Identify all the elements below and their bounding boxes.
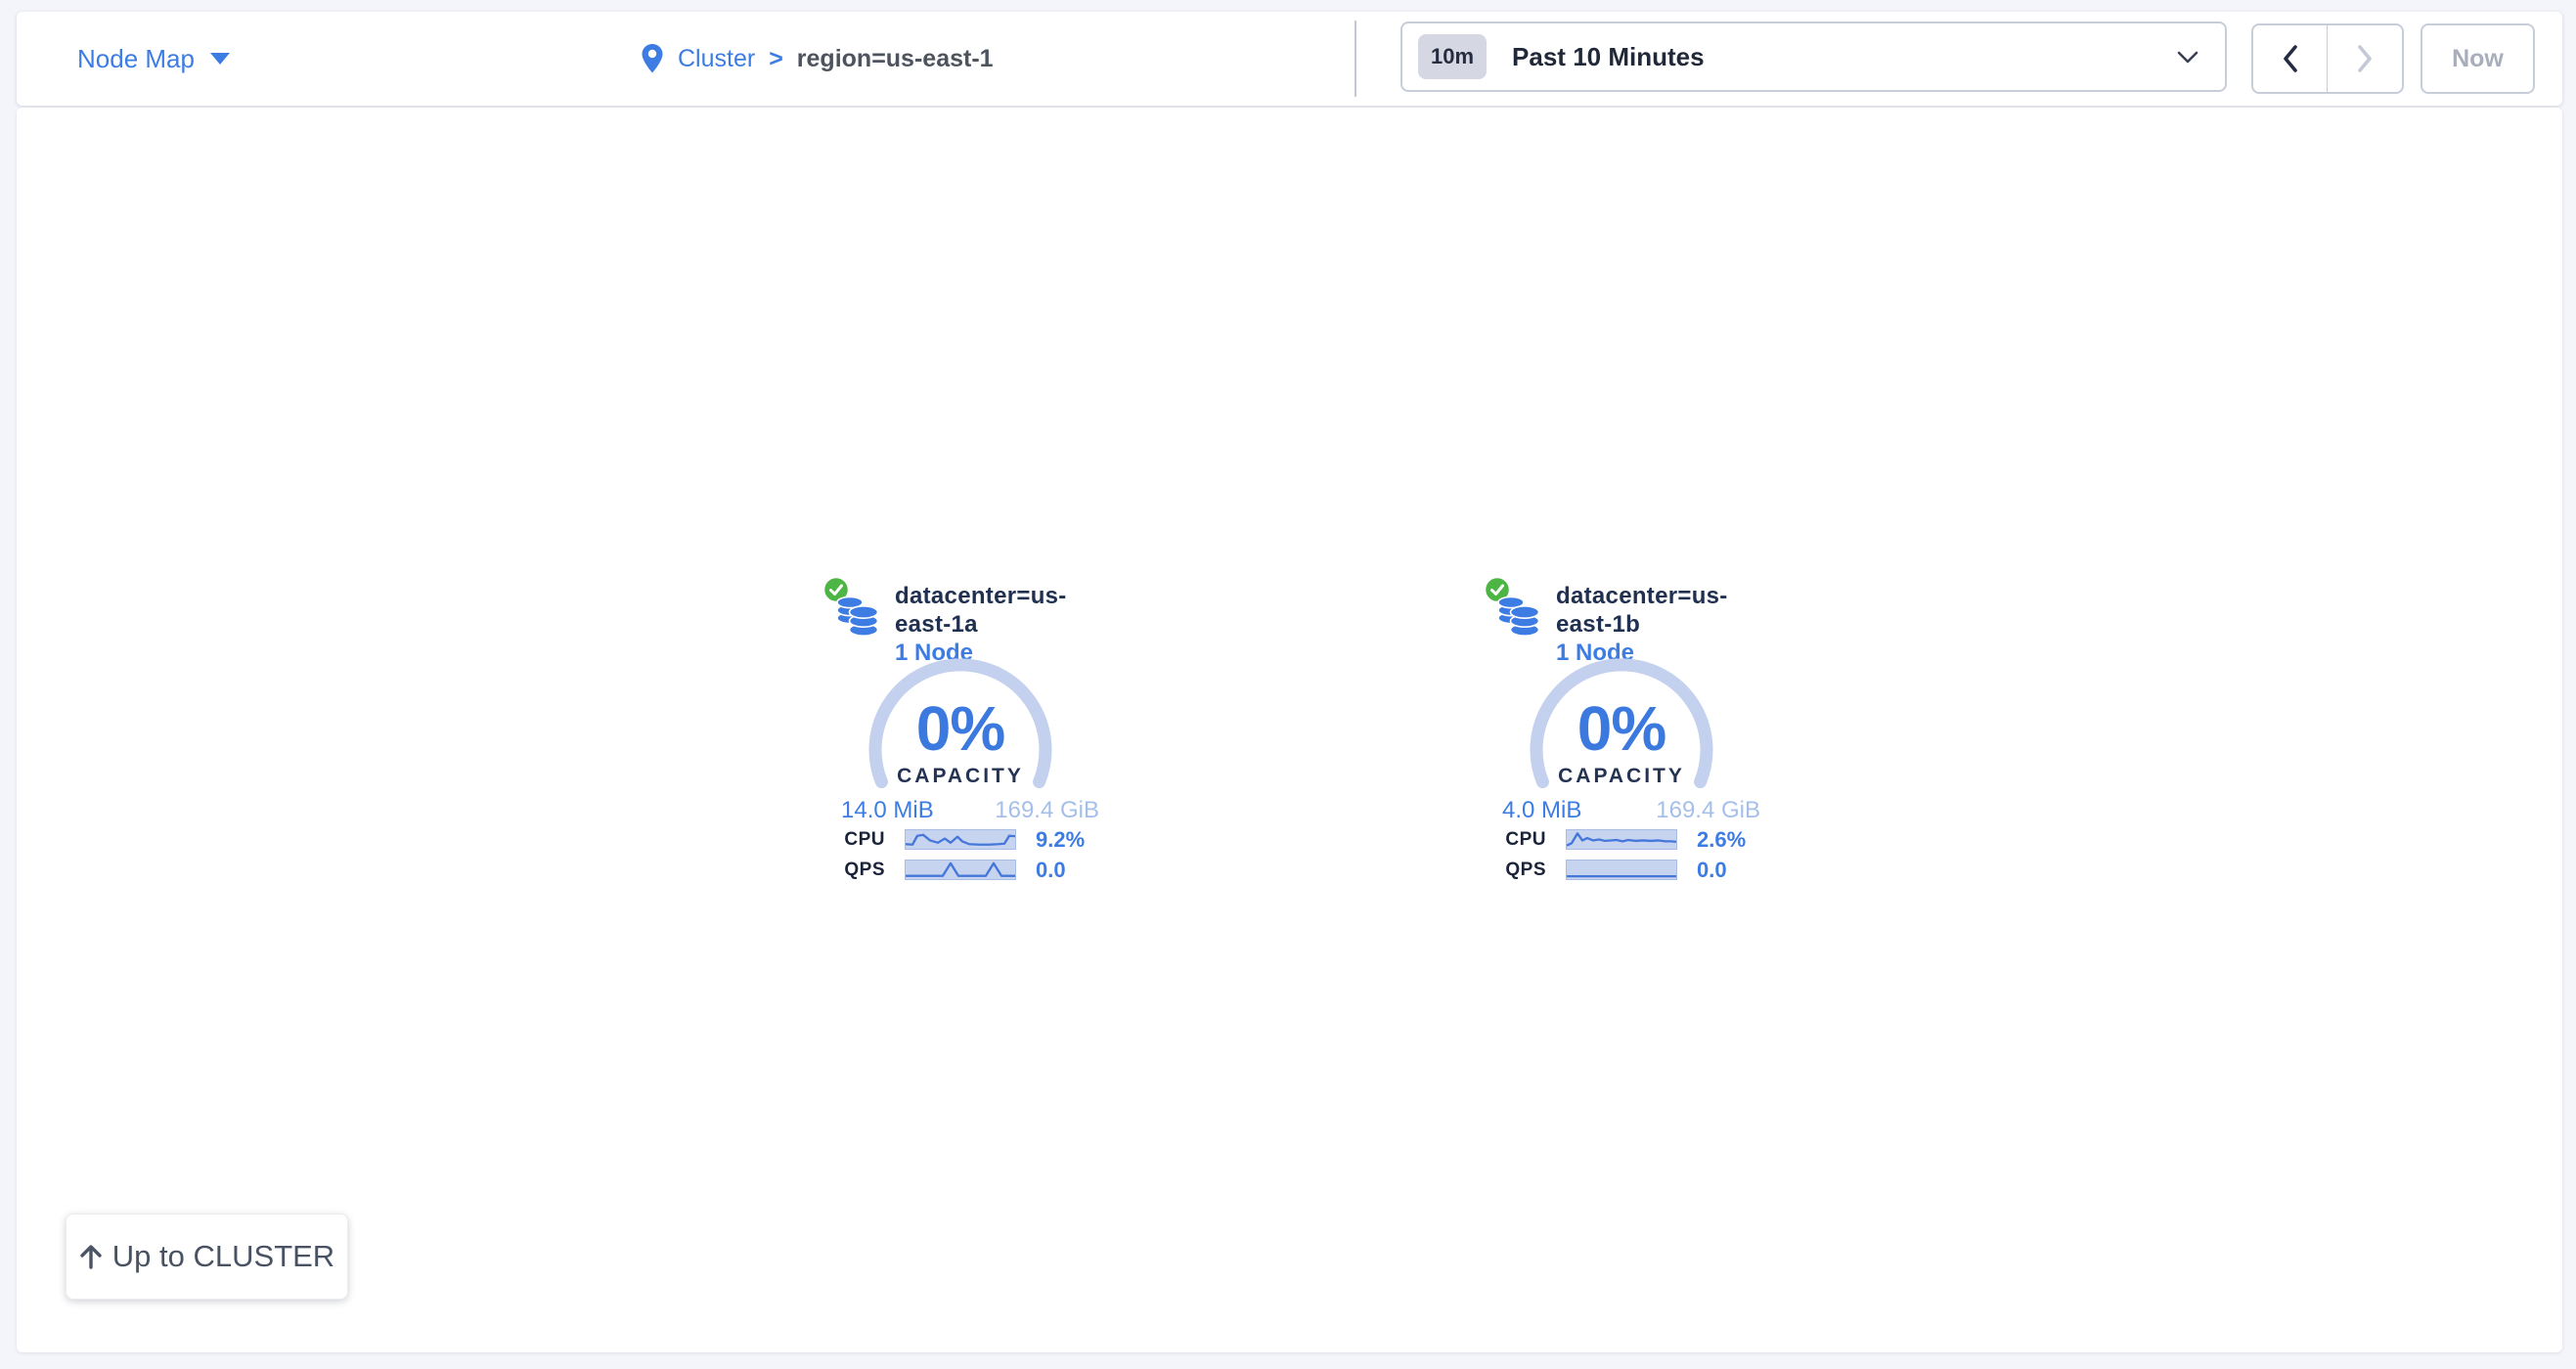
capacity-percent: 0%: [863, 692, 1058, 765]
location-pin-icon: [641, 43, 664, 74]
breadcrumb-cluster-link[interactable]: Cluster: [678, 45, 755, 73]
chevron-right-icon: [2356, 44, 2374, 73]
cpu-label: CPU: [1485, 829, 1546, 851]
capacity-values: 4.0 MiB 169.4 GiB: [1502, 797, 1760, 824]
time-range-dropdown[interactable]: 10m Past 10 Minutes: [1400, 22, 2227, 92]
node-map-canvas: datacenter=us-east-1a 1 Node 0% CAPACITY…: [17, 108, 2562, 1352]
breadcrumb-current-region: region=us-east-1: [797, 45, 994, 73]
datacenter-title: datacenter=us-east-1a: [895, 582, 1107, 639]
chevron-down-icon: [2176, 49, 2199, 66]
datacenter-header: datacenter=us-east-1b 1 Node: [1556, 582, 1768, 667]
cpu-sparkline: [905, 829, 1016, 850]
chevron-left-icon: [2282, 44, 2299, 73]
cpu-label: CPU: [823, 829, 885, 851]
qps-sparkline: [905, 860, 1016, 880]
cpu-value: 2.6%: [1697, 827, 1746, 853]
capacity-used: 4.0 MiB: [1502, 797, 1581, 824]
cpu-metric-row: CPU 2.6%: [1485, 829, 1768, 850]
qps-value: 0.0: [1697, 858, 1727, 883]
datacenter-card-us-east-1a[interactable]: datacenter=us-east-1a 1 Node 0% CAPACITY…: [823, 572, 1107, 909]
breadcrumb-separator: >: [769, 45, 783, 73]
metric-rows: CPU 2.6% QPS 0.0: [1485, 829, 1768, 890]
time-step-controls: [2251, 23, 2404, 94]
database-stack-icon: [835, 593, 880, 640]
view-selector-label: Node Map: [77, 44, 195, 74]
header-divider: [1355, 21, 1356, 97]
time-range-badge: 10m: [1418, 34, 1487, 79]
capacity-percent: 0%: [1524, 692, 1719, 765]
cpu-sparkline: [1566, 829, 1677, 850]
metric-rows: CPU 9.2% QPS 0.0: [823, 829, 1107, 890]
up-to-cluster-label: Up to CLUSTER: [112, 1239, 334, 1274]
capacity-gauge: 0% CAPACITY: [1524, 657, 1719, 804]
arrow-up-icon: [79, 1244, 103, 1269]
capacity-label: CAPACITY: [1524, 765, 1719, 788]
database-stack-icon: [1496, 593, 1541, 640]
capacity-values: 14.0 MiB 169.4 GiB: [841, 797, 1099, 824]
datacenter-card-us-east-1b[interactable]: datacenter=us-east-1b 1 Node 0% CAPACITY…: [1485, 572, 1768, 909]
capacity-total: 169.4 GiB: [995, 797, 1099, 824]
cpu-value: 9.2%: [1036, 827, 1085, 853]
view-selector-dropdown[interactable]: Node Map: [77, 12, 230, 106]
capacity-total: 169.4 GiB: [1656, 797, 1760, 824]
capacity-used: 14.0 MiB: [841, 797, 934, 824]
datacenter-title: datacenter=us-east-1b: [1556, 582, 1768, 639]
up-to-cluster-button[interactable]: Up to CLUSTER: [66, 1214, 348, 1300]
qps-sparkline: [1566, 860, 1677, 880]
qps-metric-row: QPS 0.0: [823, 860, 1107, 880]
time-step-forward-button[interactable]: [2328, 25, 2402, 92]
cpu-metric-row: CPU 9.2%: [823, 829, 1107, 850]
datacenter-header: datacenter=us-east-1a 1 Node: [895, 582, 1107, 667]
qps-label: QPS: [1485, 860, 1546, 881]
node-map-page: Node Map Cluster > region=us-east-1 10m …: [0, 0, 2576, 1369]
capacity-label: CAPACITY: [863, 765, 1058, 788]
breadcrumb: Cluster > region=us-east-1: [641, 12, 994, 106]
qps-value: 0.0: [1036, 858, 1066, 883]
top-bar: Node Map Cluster > region=us-east-1 10m …: [17, 12, 2562, 106]
qps-metric-row: QPS 0.0: [1485, 860, 1768, 880]
caret-down-icon: [210, 53, 230, 65]
time-step-back-button[interactable]: [2253, 25, 2328, 92]
qps-label: QPS: [823, 860, 885, 881]
time-range-label: Past 10 Minutes: [1512, 42, 1705, 72]
capacity-gauge: 0% CAPACITY: [863, 657, 1058, 804]
now-button[interactable]: Now: [2421, 23, 2535, 94]
